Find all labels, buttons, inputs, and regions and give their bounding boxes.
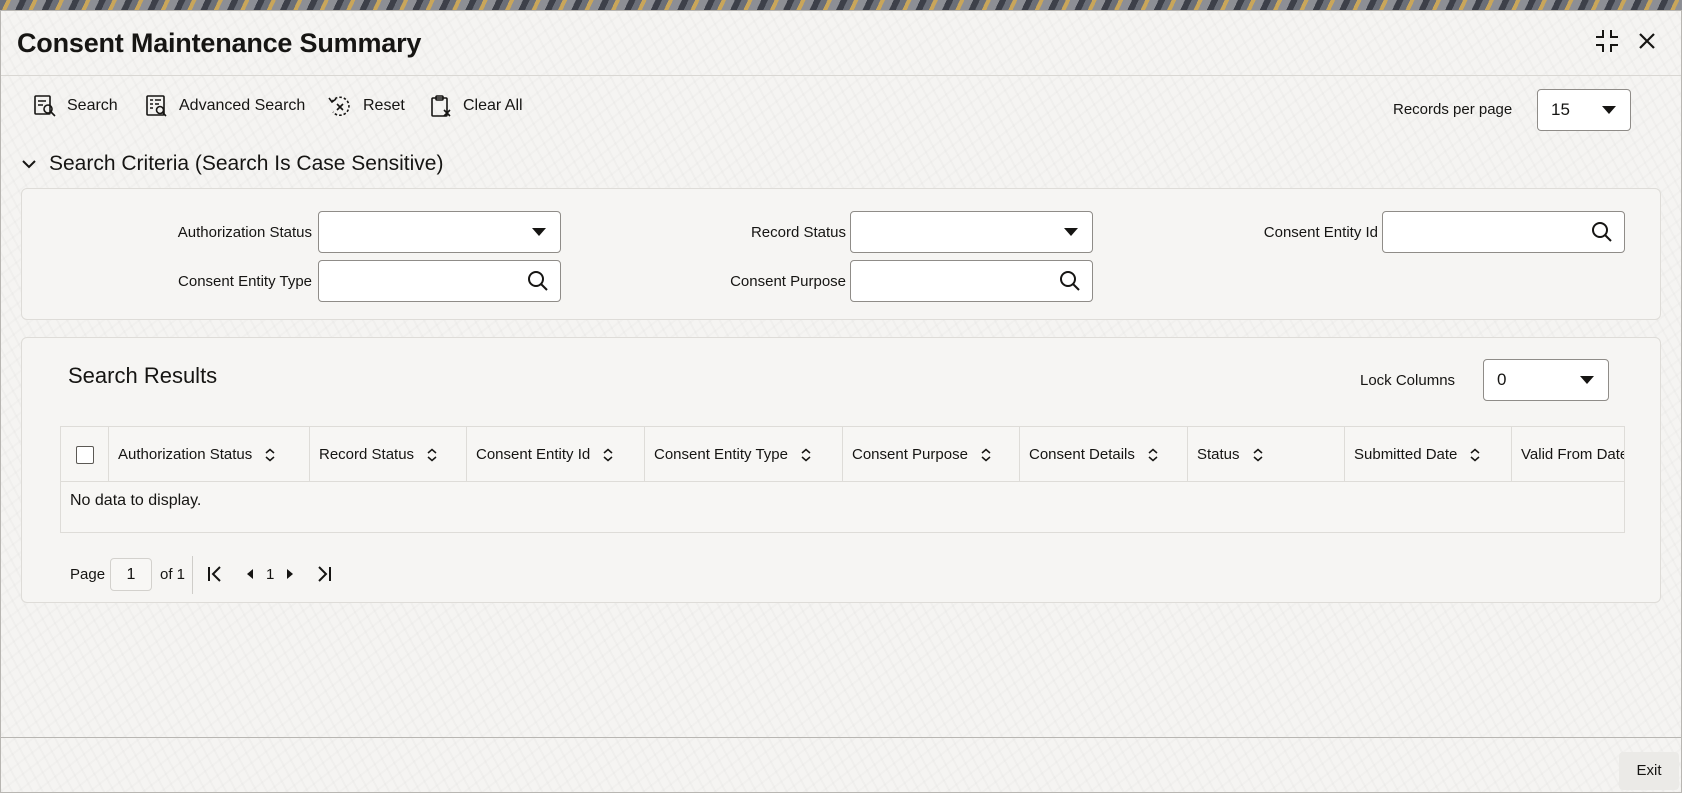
column-header[interactable]: Consent Details — [1020, 427, 1188, 482]
column-header-label: Consent Entity Id — [476, 446, 591, 463]
search-icon[interactable] — [1590, 220, 1614, 244]
results-table: Authorization Status Record Status Conse… — [60, 426, 1625, 533]
record-status-label: Record Status — [750, 224, 846, 241]
records-per-page-select[interactable]: 15 — [1537, 89, 1631, 131]
title-bar: Consent Maintenance Summary — [1, 11, 1681, 76]
column-header[interactable]: Status — [1188, 427, 1345, 482]
record-status-select[interactable] — [850, 211, 1093, 253]
close-icon[interactable] — [1633, 27, 1661, 55]
column-header[interactable]: Record Status — [310, 427, 467, 482]
search-button-label: Search — [67, 97, 118, 114]
column-header-label: Consent Entity Type — [654, 446, 788, 463]
search-icon[interactable] — [526, 269, 550, 293]
column-header-label: Valid From Date — [1521, 446, 1625, 463]
page-number-input[interactable]: 1 — [110, 558, 152, 591]
column-header-label: Consent Purpose — [852, 446, 968, 463]
search-criteria-panel: Authorization Status Record Status Conse… — [21, 188, 1661, 320]
chevron-down-icon — [1064, 228, 1078, 236]
chevron-down-icon — [532, 228, 546, 236]
reset-button-label: Reset — [363, 97, 405, 114]
clipboard-clear-icon — [431, 95, 451, 117]
page-title: Consent Maintenance Summary — [17, 28, 422, 58]
consent-entity-id-label: Consent Entity Id — [1263, 224, 1378, 241]
table-header-row: Authorization Status Record Status Conse… — [61, 427, 1625, 482]
consent-entity-id-input[interactable] — [1382, 211, 1625, 253]
clear-all-button-label: Clear All — [463, 97, 523, 114]
chevron-down-icon — [22, 160, 36, 169]
select-all-cell — [61, 427, 109, 482]
search-button[interactable]: Search — [33, 89, 118, 123]
footer-divider — [1, 737, 1681, 738]
previous-page-icon[interactable] — [244, 565, 256, 583]
sort-icon[interactable] — [1147, 448, 1159, 462]
column-header[interactable]: Consent Purpose — [843, 427, 1020, 482]
lock-columns-label: Lock Columns — [1360, 372, 1456, 389]
lock-columns-value: 0 — [1497, 370, 1507, 389]
search-criteria-title: Search Criteria (Search Is Case Sensitiv… — [49, 152, 444, 175]
next-page-icon[interactable] — [284, 565, 296, 583]
consent-purpose-input[interactable] — [850, 260, 1093, 302]
page-label: Page — [70, 566, 106, 583]
column-header[interactable]: Authorization Status — [109, 427, 310, 482]
last-page-icon[interactable] — [315, 565, 333, 583]
column-header-label: Status — [1197, 446, 1240, 463]
column-header-label: Authorization Status — [118, 446, 253, 463]
column-header[interactable]: Valid From Date — [1512, 427, 1625, 482]
select-all-checkbox[interactable] — [76, 445, 94, 464]
advanced-search-icon — [146, 95, 167, 117]
lock-columns-select[interactable]: 0 — [1483, 359, 1609, 401]
current-page-number: 1 — [266, 566, 275, 583]
exit-button[interactable]: Exit — [1619, 752, 1679, 790]
search-icon[interactable] — [1058, 269, 1082, 293]
sort-icon[interactable] — [426, 448, 438, 462]
column-header[interactable]: Consent Entity Type — [645, 427, 843, 482]
collapse-icon[interactable] — [1593, 27, 1621, 55]
column-header-label: Record Status — [319, 446, 415, 463]
column-header[interactable]: Submitted Date — [1345, 427, 1512, 482]
advanced-search-button-label: Advanced Search — [179, 97, 306, 114]
reset-button[interactable]: Reset — [327, 89, 405, 123]
consent-entity-type-label: Consent Entity Type — [178, 273, 312, 290]
page-of-label: of 1 — [160, 566, 186, 583]
consent-purpose-label: Consent Purpose — [730, 273, 846, 290]
reset-icon — [328, 96, 350, 117]
sort-icon[interactable] — [1469, 448, 1481, 462]
search-doc-icon — [34, 95, 56, 117]
search-criteria-toggle[interactable]: Search Criteria (Search Is Case Sensitiv… — [21, 151, 443, 177]
sort-icon[interactable] — [800, 448, 812, 462]
search-results-panel: Search Results Lock Columns 0 Authorizat… — [21, 337, 1661, 603]
chevron-down-icon — [1602, 106, 1616, 114]
column-header-label: Submitted Date — [1354, 446, 1458, 463]
pagination: Page 1 of 1 1 — [70, 556, 670, 594]
sort-icon[interactable] — [264, 448, 276, 462]
column-header[interactable]: Consent Entity Id — [467, 427, 645, 482]
records-per-page-label: Records per page — [1393, 101, 1513, 118]
pager-divider — [192, 556, 193, 594]
first-page-icon[interactable] — [206, 565, 224, 583]
clear-all-button[interactable]: Clear All — [429, 89, 523, 123]
top-banner-strip — [0, 0, 1682, 10]
sort-icon[interactable] — [1252, 448, 1264, 462]
sort-icon[interactable] — [980, 448, 992, 462]
search-results-title: Search Results — [68, 363, 218, 388]
column-header-label: Consent Details — [1029, 446, 1135, 463]
authorization-status-select[interactable] — [318, 211, 561, 253]
chevron-down-icon — [1580, 376, 1594, 384]
summary-window: Consent Maintenance Summary Search Advan… — [0, 10, 1682, 793]
consent-entity-type-input[interactable] — [318, 260, 561, 302]
toolbar: Search Advanced Search Reset Clear All R… — [1, 89, 1681, 131]
authorization-status-label: Authorization Status — [177, 224, 312, 241]
advanced-search-button[interactable]: Advanced Search — [145, 89, 305, 123]
empty-table-message: No data to display. — [70, 492, 202, 509]
sort-icon[interactable] — [602, 448, 614, 462]
records-per-page-value: 15 — [1551, 100, 1570, 119]
